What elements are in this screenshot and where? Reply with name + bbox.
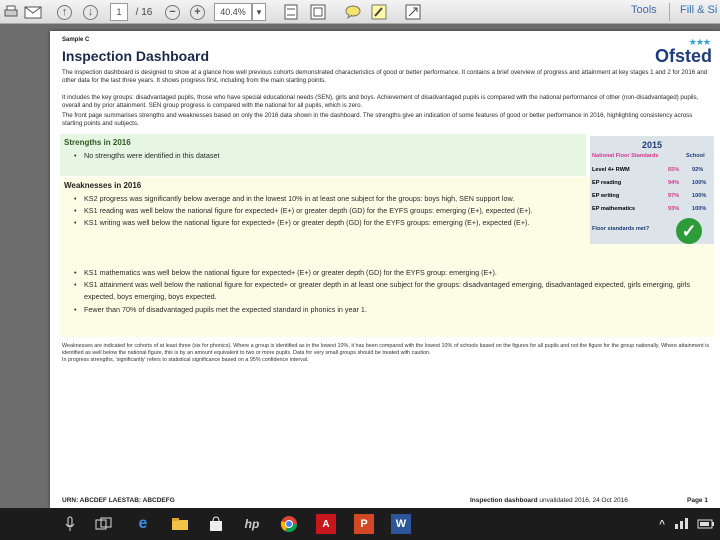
row-label: EP mathematics — [592, 206, 636, 212]
store-icon[interactable] — [206, 514, 226, 534]
list-item: KS1 mathematics was well below the natio… — [74, 267, 706, 279]
national-value: 97% — [668, 193, 680, 199]
taskbar: e hp A P W ^ — [0, 508, 720, 540]
expand-button[interactable] — [405, 3, 421, 21]
intro-paragraph: The front page summarises strengths and … — [62, 112, 693, 127]
floor-standards-panel: 2015 National Floor Standards School Lev… — [590, 136, 714, 244]
page-title: Inspection Dashboard — [62, 48, 210, 64]
footer-dashboard-date: unvalidated 2016, 24 Oct 2016 — [539, 497, 628, 504]
national-value: 94% — [668, 180, 680, 186]
footer-dashboard: Inspection dashboard unvalidated 2016, 2… — [470, 497, 628, 504]
weaknesses-list-continued: KS1 mathematics was well below the natio… — [74, 267, 706, 316]
list-item: KS2 progress was significantly below ave… — [74, 193, 594, 205]
logo-text: Ofsted — [654, 46, 712, 66]
fit-page-icon — [284, 4, 298, 20]
edge-icon[interactable]: e — [133, 514, 153, 534]
school-header: School — [686, 153, 705, 159]
comment-button[interactable] — [345, 3, 361, 21]
footer-dashboard-label: Inspection dashboard — [470, 497, 538, 504]
fill-sign-menu[interactable]: Fill & Si — [680, 4, 717, 16]
chevron-down-icon: ▾ — [256, 6, 262, 17]
print-icon[interactable] — [3, 3, 19, 21]
list-item: KS1 attainment was well below the nation… — [74, 279, 706, 303]
pdf-page: Sample C Inspection Dashboard ★★★ Ofsted… — [50, 31, 720, 508]
zoom-in-button[interactable]: + — [190, 3, 205, 21]
document-viewer[interactable]: Sample C Inspection Dashboard ★★★ Ofsted… — [0, 24, 720, 508]
zoom-out-button[interactable]: − — [165, 3, 180, 21]
row-label: EP reading — [592, 180, 622, 186]
zoom-input[interactable]: 40.4% — [214, 3, 252, 21]
expand-icon — [405, 4, 421, 20]
minus-icon: − — [165, 4, 180, 20]
list-item: No strengths were identified in this dat… — [74, 150, 219, 162]
strengths-title: Strengths in 2016 — [64, 138, 131, 147]
page-number-input[interactable]: 1 — [110, 3, 128, 21]
previous-page-button[interactable]: ↑ — [57, 3, 72, 21]
intro-paragraph: The inspection dashboard is designed to … — [62, 69, 708, 84]
fit-page-button[interactable] — [284, 3, 298, 21]
school-value: 92% — [692, 167, 704, 173]
arrow-down-icon: ↓ — [83, 4, 98, 20]
national-value: 93% — [668, 206, 680, 212]
tools-menu[interactable]: Tools — [631, 4, 657, 16]
footnote-line: In progress strengths, 'significantly' r… — [62, 357, 309, 363]
row-label: EP writing — [592, 193, 620, 199]
email-icon[interactable] — [24, 3, 42, 21]
microphone-icon[interactable] — [60, 514, 80, 534]
full-screen-icon — [310, 4, 326, 20]
acrobat-icon[interactable]: A — [316, 514, 336, 534]
zoom-dropdown-button[interactable]: ▾ — [252, 3, 266, 21]
floor-standards-met-label: Floor standards met? — [592, 226, 650, 232]
file-explorer-icon[interactable] — [170, 514, 190, 534]
weaknesses-title: Weaknesses in 2016 — [64, 181, 142, 190]
chrome-icon[interactable] — [279, 514, 299, 534]
hp-icon[interactable]: hp — [242, 514, 262, 534]
highlight-button[interactable] — [371, 3, 387, 21]
battery-icon[interactable] — [696, 514, 716, 534]
intro-paragraph: It includes the key groups: disadvantage… — [62, 94, 699, 109]
list-item: KS1 writing was well below the national … — [74, 217, 594, 229]
checkmark-icon: ✓ — [676, 218, 702, 244]
full-screen-button[interactable] — [310, 3, 326, 21]
word-icon[interactable]: W — [391, 514, 411, 534]
national-header: National Floor Standards — [592, 153, 659, 159]
page-total: / 16 — [135, 6, 153, 18]
urn-label: URN: ABCDEF LAESTAB: ABCDEFG — [62, 497, 175, 504]
page-number-label: Page 1 — [687, 497, 708, 504]
national-value: 65% — [668, 167, 680, 173]
plus-icon: + — [190, 4, 205, 20]
footnote: Weaknesses are indicated for cohorts of … — [62, 343, 712, 364]
chevron-up-icon[interactable]: ^ — [652, 514, 672, 534]
comment-icon — [345, 5, 361, 19]
next-page-button[interactable]: ↓ — [83, 3, 98, 21]
row-label: Level 4+ RWM — [592, 167, 630, 173]
footnote-line: Weaknesses are indicated for cohorts of … — [62, 343, 710, 356]
school-value: 100% — [692, 193, 707, 199]
list-item: KS1 reading was well below the national … — [74, 205, 594, 217]
task-view-icon[interactable] — [94, 514, 114, 534]
floor-standards-year: 2015 — [641, 140, 663, 150]
arrow-up-icon: ↑ — [57, 4, 72, 20]
toolbar-divider — [669, 3, 670, 21]
strengths-panel: Strengths in 2016 No strengths were iden… — [60, 134, 586, 176]
school-value: 100% — [692, 180, 707, 186]
highlight-icon — [371, 4, 387, 20]
pdf-toolbar: ↑ ↓ 1 / 16 − + 40.4% ▾ Tools Fill & Si — [0, 0, 720, 24]
list-item: Fewer than 70% of disadvantaged pupils m… — [74, 304, 706, 316]
ofsted-logo: ★★★ Ofsted — [654, 37, 714, 67]
sample-label: Sample C — [62, 37, 90, 43]
school-value: 100% — [692, 206, 707, 212]
strengths-list: No strengths were identified in this dat… — [74, 150, 219, 162]
powerpoint-icon[interactable]: P — [354, 514, 374, 534]
weaknesses-list: KS2 progress was significantly below ave… — [74, 193, 594, 230]
network-icon[interactable] — [672, 514, 692, 534]
